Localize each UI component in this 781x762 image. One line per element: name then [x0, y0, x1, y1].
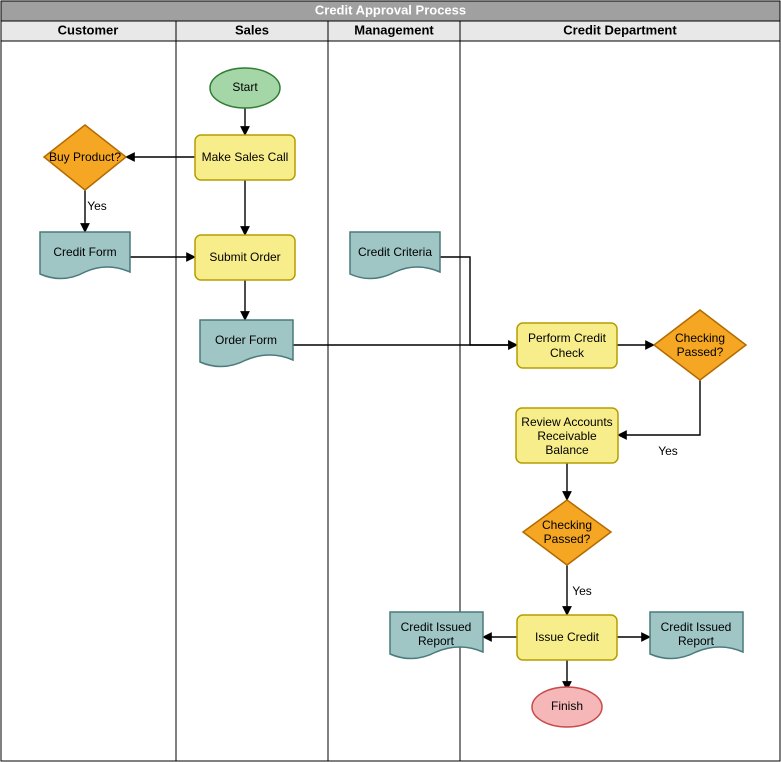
lane-title-customer: Customer	[58, 22, 119, 37]
svg-text:Issue Credit: Issue Credit	[535, 630, 600, 644]
svg-text:Credit Issued: Credit Issued	[661, 620, 732, 634]
edge-label-yes-2: Yes	[658, 444, 678, 458]
svg-text:Checking: Checking	[675, 331, 725, 345]
svg-text:Checking: Checking	[542, 518, 592, 532]
svg-text:Order Form: Order Form	[215, 333, 277, 347]
perform-credit-check: Perform Credit Check	[517, 323, 617, 368]
edges: Yes Yes Yes	[85, 105, 700, 690]
svg-text:Passed?: Passed?	[544, 532, 591, 546]
svg-text:Credit Criteria: Credit Criteria	[358, 245, 432, 259]
credit-issued-report-right: Credit Issued Report	[650, 612, 743, 659]
svg-text:Credit Issued: Credit Issued	[401, 620, 472, 634]
svg-text:Review Accounts: Review Accounts	[521, 415, 612, 429]
svg-text:Buy Product?: Buy Product?	[49, 150, 121, 164]
svg-text:Credit Form: Credit Form	[53, 245, 116, 259]
edge-label-yes-1: Yes	[87, 199, 107, 213]
submit-order: Submit Order	[195, 235, 295, 280]
credit-criteria-doc: Credit Criteria	[350, 232, 440, 279]
finish-node: Finish	[532, 687, 602, 727]
svg-text:Make Sales Call: Make Sales Call	[202, 150, 289, 164]
svg-text:Balance: Balance	[545, 443, 589, 457]
issue-credit: Issue Credit	[517, 615, 617, 660]
credit-issued-report-left: Credit Issued Report	[390, 612, 483, 659]
svg-text:Start: Start	[232, 80, 258, 94]
svg-text:Perform Credit: Perform Credit	[528, 331, 607, 345]
svg-text:Report: Report	[418, 634, 455, 648]
buy-product-decision: Buy Product?	[44, 125, 126, 190]
diagram-title: Credit Approval Process	[315, 2, 466, 17]
start-node: Start	[210, 68, 280, 108]
review-ar-balance: Review Accounts Receivable Balance	[516, 408, 618, 463]
lane-title-credit: Credit Department	[563, 22, 677, 37]
svg-text:Check: Check	[550, 346, 585, 360]
checking-passed-decision-1: Checking Passed?	[654, 310, 746, 380]
make-sales-call: Make Sales Call	[195, 135, 295, 180]
checking-passed-decision-2: Checking Passed?	[523, 500, 611, 565]
svg-text:Finish: Finish	[551, 699, 583, 713]
lane-title-sales: Sales	[235, 22, 269, 37]
order-form-doc: Order Form	[200, 320, 293, 367]
svg-text:Receivable: Receivable	[537, 429, 597, 443]
lane-body-credit	[460, 41, 780, 761]
svg-text:Submit Order: Submit Order	[209, 250, 280, 264]
svg-text:Report: Report	[678, 634, 715, 648]
lane-title-management: Management	[354, 22, 434, 37]
swimlane-diagram: Credit Approval Process Customer Sales M…	[0, 0, 781, 762]
edge-label-yes-3: Yes	[572, 584, 592, 598]
credit-form-doc: Credit Form	[40, 232, 130, 279]
svg-text:Passed?: Passed?	[677, 345, 724, 359]
